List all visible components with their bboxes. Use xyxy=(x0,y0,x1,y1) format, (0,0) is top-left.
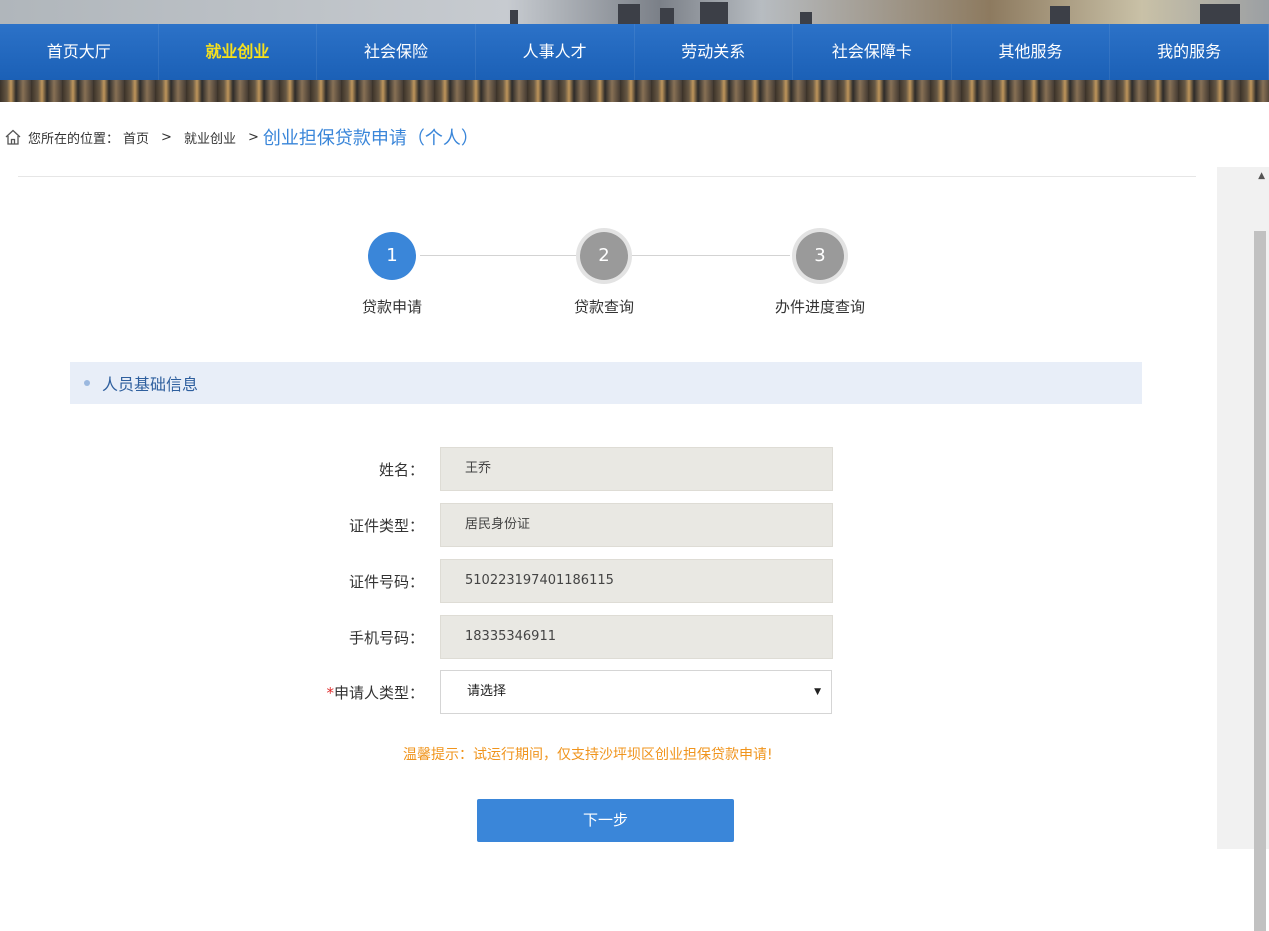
phone-field: 18335346911 xyxy=(440,615,833,659)
step-3-label[interactable]: 办件进度查询 xyxy=(750,296,890,317)
step-connector xyxy=(632,255,790,256)
main-nav: 首页大厅 就业创业 社会保险 人事人才 劳动关系 社会保障卡 其他服务 我的服务 xyxy=(0,24,1269,80)
bullet-dot xyxy=(84,380,90,386)
name-field: 王乔 xyxy=(440,447,833,491)
step-1-number: 1 xyxy=(368,232,416,280)
breadcrumb-section-link[interactable]: 就业创业 xyxy=(184,128,236,147)
skyline-image xyxy=(0,0,1269,24)
form-row-id-number: 证件号码： 510223197401186115 xyxy=(300,559,833,603)
section-header: 人员基础信息 xyxy=(70,362,1142,404)
form-row-phone: 手机号码： 18335346911 xyxy=(300,615,833,659)
breadcrumb-current: 创业担保贷款申请（个人） xyxy=(262,128,479,149)
header-banner: 首页大厅 就业创业 社会保险 人事人才 劳动关系 社会保障卡 其他服务 我的服务 xyxy=(0,0,1269,102)
step-connector xyxy=(420,255,576,256)
scroll-up-arrow-icon[interactable]: ▲ xyxy=(1258,171,1265,181)
id-number-field: 510223197401186115 xyxy=(440,559,833,603)
step-2-label[interactable]: 贷款查询 xyxy=(534,296,674,317)
scrollbar-thumb[interactable] xyxy=(1254,231,1266,931)
step-3-number: 3 xyxy=(796,232,844,280)
applicant-type-label-text: 申请人类型： xyxy=(333,683,424,702)
dropdown-caret-icon: ▼ xyxy=(814,687,821,697)
next-step-button[interactable]: 下一步 xyxy=(477,799,734,842)
breadcrumb: 您所在的位置： 首页 > 就业创业 > 创业担保贷款申请（个人） xyxy=(4,124,479,150)
id-number-label: 证件号码： xyxy=(348,572,424,591)
form-row-id-type: 证件类型： 居民身份证 xyxy=(300,503,833,547)
breadcrumb-separator: > xyxy=(161,129,172,145)
divider xyxy=(18,176,1196,177)
step-3-indicator: 3 xyxy=(792,228,848,284)
nav-item-other-services[interactable]: 其他服务 xyxy=(952,24,1111,80)
name-label: 姓名： xyxy=(378,460,424,479)
applicant-type-selected: 请选择 xyxy=(467,684,507,699)
scrollbar[interactable]: ▲ xyxy=(1217,167,1269,931)
skyline-strip xyxy=(0,80,1269,102)
id-type-label: 证件类型： xyxy=(348,516,424,535)
step-1-label[interactable]: 贷款申请 xyxy=(322,296,462,317)
breadcrumb-separator: > xyxy=(247,129,259,145)
id-type-field: 居民身份证 xyxy=(440,503,833,547)
step-2-number: 2 xyxy=(580,232,628,280)
nav-item-social-security-card[interactable]: 社会保障卡 xyxy=(793,24,952,80)
step-1-indicator: 1 xyxy=(364,228,420,284)
nav-item-my-services[interactable]: 我的服务 xyxy=(1110,24,1269,80)
section-title: 人员基础信息 xyxy=(102,375,199,394)
form-row-applicant-type: *申请人类型： 请选择 ▼ xyxy=(300,670,832,714)
form-row-name: 姓名： 王乔 xyxy=(300,447,833,491)
breadcrumb-home-link[interactable]: 首页 xyxy=(123,128,149,147)
phone-label: 手机号码： xyxy=(348,628,424,647)
breadcrumb-prefix: 您所在的位置： xyxy=(28,131,120,147)
step-2-indicator: 2 xyxy=(576,228,632,284)
nav-item-social-insurance[interactable]: 社会保险 xyxy=(317,24,476,80)
nav-item-labor-relations[interactable]: 劳动关系 xyxy=(635,24,794,80)
nav-item-employment[interactable]: 就业创业 xyxy=(159,24,318,80)
warm-tip: 温馨提示：试运行期间，仅支持沙坪坝区创业担保贷款申请! xyxy=(403,747,773,763)
applicant-type-select[interactable]: 请选择 ▼ xyxy=(440,670,832,714)
required-mark: * xyxy=(326,683,334,702)
nav-item-personnel[interactable]: 人事人才 xyxy=(476,24,635,80)
applicant-type-label: *申请人类型： xyxy=(300,682,440,703)
nav-item-home[interactable]: 首页大厅 xyxy=(0,24,159,80)
home-icon xyxy=(4,128,22,146)
